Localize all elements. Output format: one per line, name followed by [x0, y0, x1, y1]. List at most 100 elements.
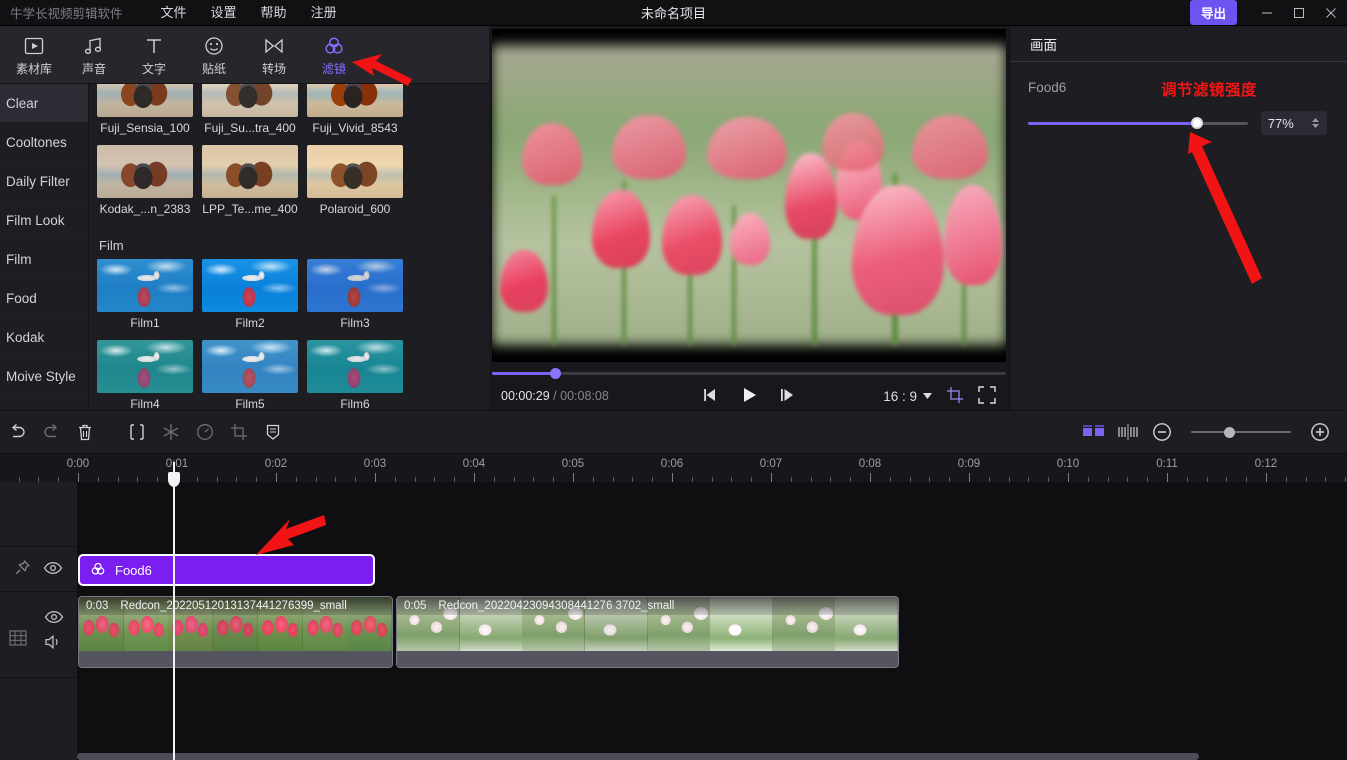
filter-thumb[interactable]: Kodak_...n_2383: [97, 145, 193, 224]
ruler-label: 0:09: [957, 458, 981, 470]
filter-thumb[interactable]: Fuji_Sensia_100: [97, 84, 193, 143]
menu-item-register[interactable]: 注册: [299, 0, 349, 26]
filter-thumb[interactable]: Film1: [97, 259, 193, 338]
video-clip[interactable]: 0:05 Redcon_20220423094308441276 3702_sm…: [396, 596, 899, 668]
maximize-icon[interactable]: [1283, 0, 1315, 26]
category-film-look[interactable]: Film Look: [0, 201, 88, 240]
mix-track-icon[interactable]: [1077, 410, 1111, 454]
export-button[interactable]: 导出: [1189, 0, 1237, 25]
crop-icon[interactable]: [222, 410, 256, 454]
filter-thumb[interactable]: Film6: [307, 340, 403, 410]
tool-sticker[interactable]: 贴纸: [184, 33, 244, 77]
category-moive-style[interactable]: Moive Style: [0, 357, 88, 396]
menu-item-help[interactable]: 帮助: [249, 0, 299, 26]
ruler-tick-major: [1167, 473, 1168, 482]
ruler-label: 0:12: [1254, 458, 1278, 470]
filter-browser: Clear Cooltones Daily Filter Film Look F…: [0, 84, 489, 410]
category-food[interactable]: Food: [0, 279, 88, 318]
video-clip[interactable]: 0:03 Redcon_20220512013137441276399_smal…: [78, 596, 393, 668]
ruler-tick-major: [1068, 473, 1069, 482]
timeline-tracks[interactable]: Food6 0:03 Redcon_2022051201313744127639…: [77, 482, 1347, 760]
category-clear[interactable]: Clear: [0, 84, 88, 123]
filter-thumb[interactable]: Polaroid_600: [307, 145, 403, 224]
playhead[interactable]: [168, 462, 180, 760]
menu-item-settings[interactable]: 设置: [199, 0, 249, 26]
pin-icon[interactable]: [14, 559, 31, 579]
play-icon[interactable]: [739, 385, 759, 408]
tool-label: 声音: [81, 61, 106, 76]
thumbnail-image: [202, 340, 298, 393]
tab-picture[interactable]: 画面: [1030, 34, 1057, 54]
filter-caption: Film1: [130, 316, 160, 330]
strength-value: 77%: [1267, 115, 1294, 131]
filter-caption: Polaroid_600: [319, 202, 391, 216]
filter-strength-slider[interactable]: [1028, 116, 1248, 130]
thumbnail-image: [97, 259, 193, 312]
filter-row: Film4 Film5 Film6: [97, 340, 467, 410]
left-panel: 素材库 声音 文字 贴纸 转场 滤镜 Clear Cooltones Daily…: [0, 26, 489, 410]
tool-filter[interactable]: 滤镜: [304, 33, 364, 77]
tool-label: 贴纸: [201, 61, 226, 76]
timeline-zoom-slider[interactable]: [1191, 425, 1291, 439]
menu-bar: 文件 设置 帮助 注册: [149, 0, 349, 26]
preview-progress-bar[interactable]: [492, 367, 1006, 379]
menu-item-file[interactable]: 文件: [149, 0, 199, 26]
filter-thumb[interactable]: Film2: [202, 259, 298, 338]
effect-clip-food6[interactable]: Food6: [78, 554, 375, 586]
ruler-label: 0:06: [660, 458, 684, 470]
split-icon[interactable]: [120, 410, 154, 454]
filter-row: Film1 Film2 Film3: [97, 259, 467, 338]
timecode-display: 00:00:29 / 00:08:08: [501, 389, 609, 403]
close-icon[interactable]: [1315, 0, 1347, 26]
filter-thumbnail-grid[interactable]: Fuji_Sensia_100 Fuji_Su...tra_400 Fuji_V…: [89, 84, 489, 410]
speed-icon[interactable]: [188, 410, 222, 454]
category-kodak[interactable]: Kodak: [0, 318, 88, 357]
undo-icon[interactable]: [0, 410, 34, 454]
filter-thumb[interactable]: Fuji_Vivid_8543: [307, 84, 403, 143]
tool-text[interactable]: 文字: [124, 33, 184, 77]
filter-thumb[interactable]: Film5: [202, 340, 298, 410]
playhead-handle[interactable]: [168, 472, 180, 487]
eye-icon[interactable]: [44, 610, 64, 627]
horizontal-scrollbar[interactable]: [77, 753, 1199, 760]
category-film[interactable]: Film: [0, 240, 88, 279]
tool-audio[interactable]: 声音: [64, 33, 124, 77]
filter-thumb[interactable]: Film4: [97, 340, 193, 410]
prev-frame-icon[interactable]: [701, 387, 721, 406]
ruler-tick-major: [573, 473, 574, 482]
clip-duration: 0:05: [404, 600, 427, 612]
delete-icon[interactable]: [68, 410, 102, 454]
aspect-ratio-select[interactable]: 16 : 9: [883, 389, 932, 404]
eye-icon[interactable]: [43, 561, 63, 578]
crop-icon[interactable]: [946, 386, 964, 407]
category-daily-filter[interactable]: Daily Filter: [0, 162, 88, 201]
track-header-spacer: [0, 482, 77, 547]
filter-thumb[interactable]: LPP_Te...me_400: [202, 145, 298, 224]
progress-handle[interactable]: [550, 368, 561, 379]
next-frame-icon[interactable]: [777, 387, 797, 406]
align-icon[interactable]: [1111, 410, 1145, 454]
tool-transition[interactable]: 转场: [244, 33, 304, 77]
tool-media-library[interactable]: 素材库: [4, 33, 64, 77]
zoom-in-icon[interactable]: [1303, 410, 1337, 454]
category-cooltones[interactable]: Cooltones: [0, 123, 88, 162]
filter-thumb[interactable]: Fuji_Su...tra_400: [202, 84, 298, 143]
ruler-tick-major: [672, 473, 673, 482]
video-preview[interactable]: [492, 29, 1006, 362]
slider-handle[interactable]: [1191, 117, 1204, 129]
timeline-ruler[interactable]: 0:00 0:01 0:02 0:03 0:04 0:05 0:06 0:07 0:08 0:09…: [0, 454, 1347, 482]
zoom-handle[interactable]: [1224, 427, 1235, 438]
film-icon: [8, 628, 28, 651]
filter-thumb[interactable]: Film3: [307, 259, 403, 338]
empty-track-zone[interactable]: [77, 482, 1347, 547]
freeze-frame-icon[interactable]: [154, 410, 188, 454]
minimize-icon[interactable]: [1251, 0, 1283, 26]
marker-icon[interactable]: [256, 410, 290, 454]
stepper-icon[interactable]: [1311, 117, 1320, 129]
zoom-out-icon[interactable]: [1145, 410, 1179, 454]
fullscreen-icon[interactable]: [978, 385, 996, 407]
strength-value-box[interactable]: 77%: [1260, 111, 1327, 135]
redo-icon[interactable]: [34, 410, 68, 454]
section-heading-film: Film: [99, 238, 124, 253]
speaker-icon[interactable]: [44, 634, 64, 653]
